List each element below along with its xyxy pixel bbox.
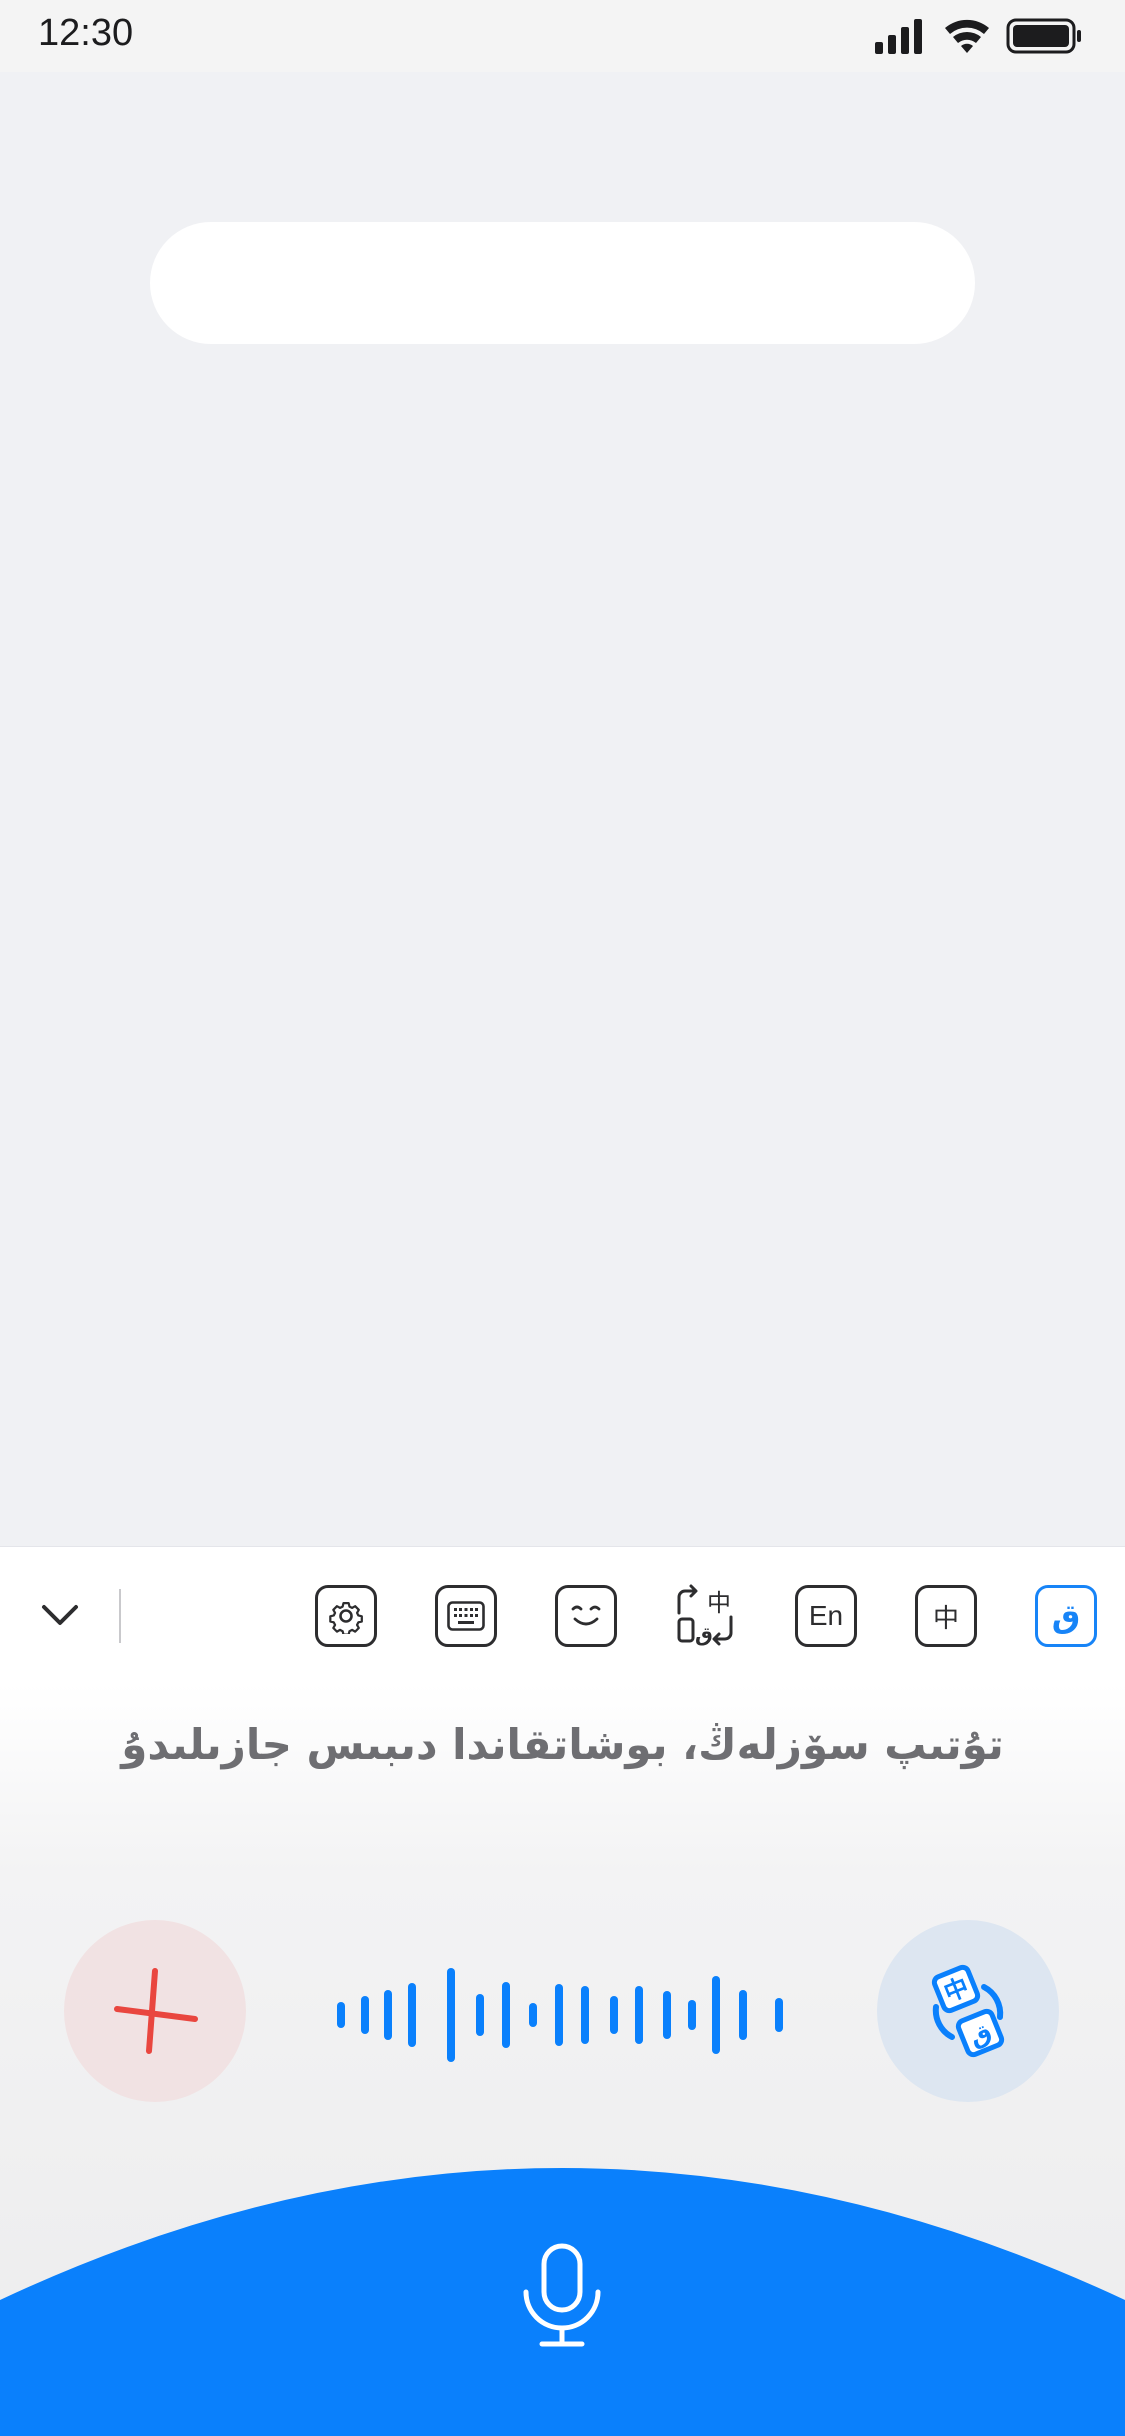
- text-input-field[interactable]: [150, 222, 975, 344]
- svg-text:ق: ق: [695, 1622, 713, 1646]
- voice-waveform: [337, 1968, 783, 2062]
- keyboard-icon: [447, 1601, 485, 1631]
- english-layout-label: En: [808, 1600, 844, 1631]
- english-layout-frame: En: [795, 1585, 857, 1647]
- english-layout-button[interactable]: En: [793, 1583, 857, 1647]
- wifi-icon: [945, 19, 989, 53]
- microphone-icon: [523, 2243, 601, 2347]
- status-bar: 12:30: [0, 0, 1125, 72]
- settings-button[interactable]: [313, 1583, 377, 1647]
- keyboard-button-frame: [435, 1585, 497, 1647]
- chinese-layout-label: 中: [932, 1603, 959, 1634]
- battery-icon: [1006, 18, 1081, 54]
- voice-translate-button[interactable]: 中 ق: [877, 1920, 1059, 2102]
- keyboard-button[interactable]: [433, 1583, 497, 1647]
- uyghur-layout-label: ق: [1051, 1597, 1081, 1635]
- translate-layout-button[interactable]: 中 ق: [673, 1583, 737, 1647]
- uyghur-layout-frame: ق: [1035, 1585, 1097, 1647]
- collapse-keyboard-button[interactable]: [36, 1591, 84, 1639]
- status-time: 12:30: [38, 12, 134, 54]
- status-icons: [875, 16, 1085, 56]
- uyghur-layout-button[interactable]: ق: [1033, 1583, 1097, 1647]
- gear-icon: [329, 1602, 363, 1634]
- svg-text:中: 中: [707, 1589, 731, 1617]
- signal-icon: [875, 19, 922, 54]
- voice-hint-text: تۇتىپ سۆزلەڭ، بوشاتقاندا دىبىس جازىلىدۇ: [121, 1720, 1004, 1769]
- emoji-icon: [571, 1605, 601, 1626]
- emoji-button-frame: [555, 1585, 617, 1647]
- keyboard-toolbar: 中 ق En 中 ق: [0, 1546, 1125, 1683]
- chevron-down-icon: [42, 1605, 78, 1625]
- translate-swap-icon: 中 ق: [931, 1964, 1005, 2058]
- cancel-voice-button[interactable]: [64, 1920, 246, 2102]
- settings-button-frame: [315, 1585, 377, 1647]
- chinese-layout-button[interactable]: 中: [913, 1583, 977, 1647]
- translate-swap-icon: 中 ق: [677, 1584, 733, 1646]
- toolbar-divider: [119, 1589, 121, 1643]
- emoji-button[interactable]: [553, 1583, 617, 1647]
- close-icon: [114, 1968, 198, 2054]
- chinese-layout-frame: 中: [915, 1585, 977, 1647]
